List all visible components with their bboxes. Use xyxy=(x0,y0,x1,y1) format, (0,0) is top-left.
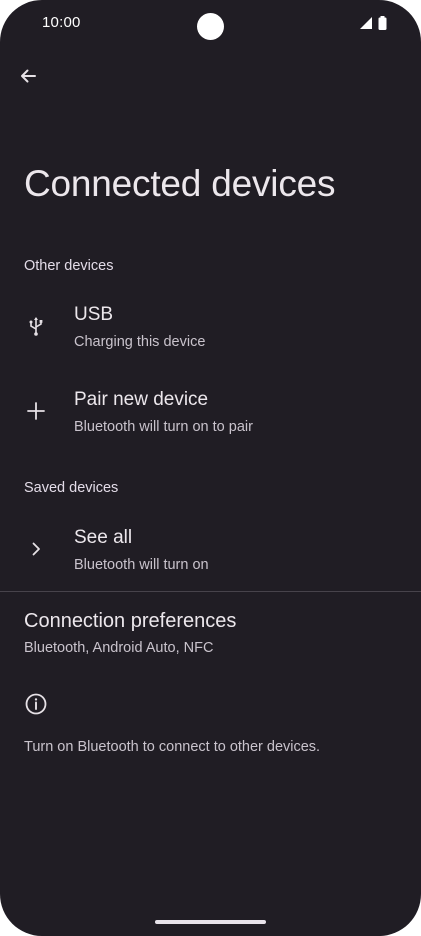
pair-new-device-item[interactable]: Pair new device Bluetooth will turn on t… xyxy=(0,381,421,451)
phone-screen: 10:00 Connected devices Other devices US… xyxy=(0,0,421,936)
section-header-saved-devices: Saved devices xyxy=(24,480,119,496)
status-bar: 10:00 xyxy=(0,0,421,48)
battery-icon xyxy=(378,16,387,30)
chevron-right-icon xyxy=(24,537,48,561)
plus-icon xyxy=(24,399,48,423)
connection-preferences-title: Connection preferences xyxy=(24,610,237,632)
section-header-other-devices: Other devices xyxy=(24,258,114,274)
camera-cutout xyxy=(197,13,224,40)
connection-preferences-summary: Bluetooth, Android Auto, NFC xyxy=(24,640,214,656)
status-icons xyxy=(359,16,387,30)
see-all-title: See all xyxy=(74,527,133,548)
pair-new-device-title: Pair new device xyxy=(74,389,209,410)
usb-item[interactable]: USB Charging this device xyxy=(0,296,421,366)
arrow-back-icon xyxy=(21,69,36,83)
usb-icon xyxy=(24,314,48,338)
see-all-summary: Bluetooth will turn on xyxy=(74,557,209,573)
usb-title: USB xyxy=(74,304,114,325)
navigation-handle[interactable] xyxy=(155,920,266,924)
usb-summary: Charging this device xyxy=(74,334,206,350)
info-icon xyxy=(25,693,47,715)
divider xyxy=(0,591,421,592)
signal-icon xyxy=(360,17,372,29)
status-time: 10:00 xyxy=(42,14,81,31)
see-all-item[interactable]: See all Bluetooth will turn on xyxy=(0,519,421,589)
back-button[interactable] xyxy=(14,62,42,90)
pair-new-device-summary: Bluetooth will turn on to pair xyxy=(74,419,253,435)
footer-info-text: Turn on Bluetooth to connect to other de… xyxy=(24,739,321,755)
page-title: Connected devices xyxy=(24,163,336,204)
